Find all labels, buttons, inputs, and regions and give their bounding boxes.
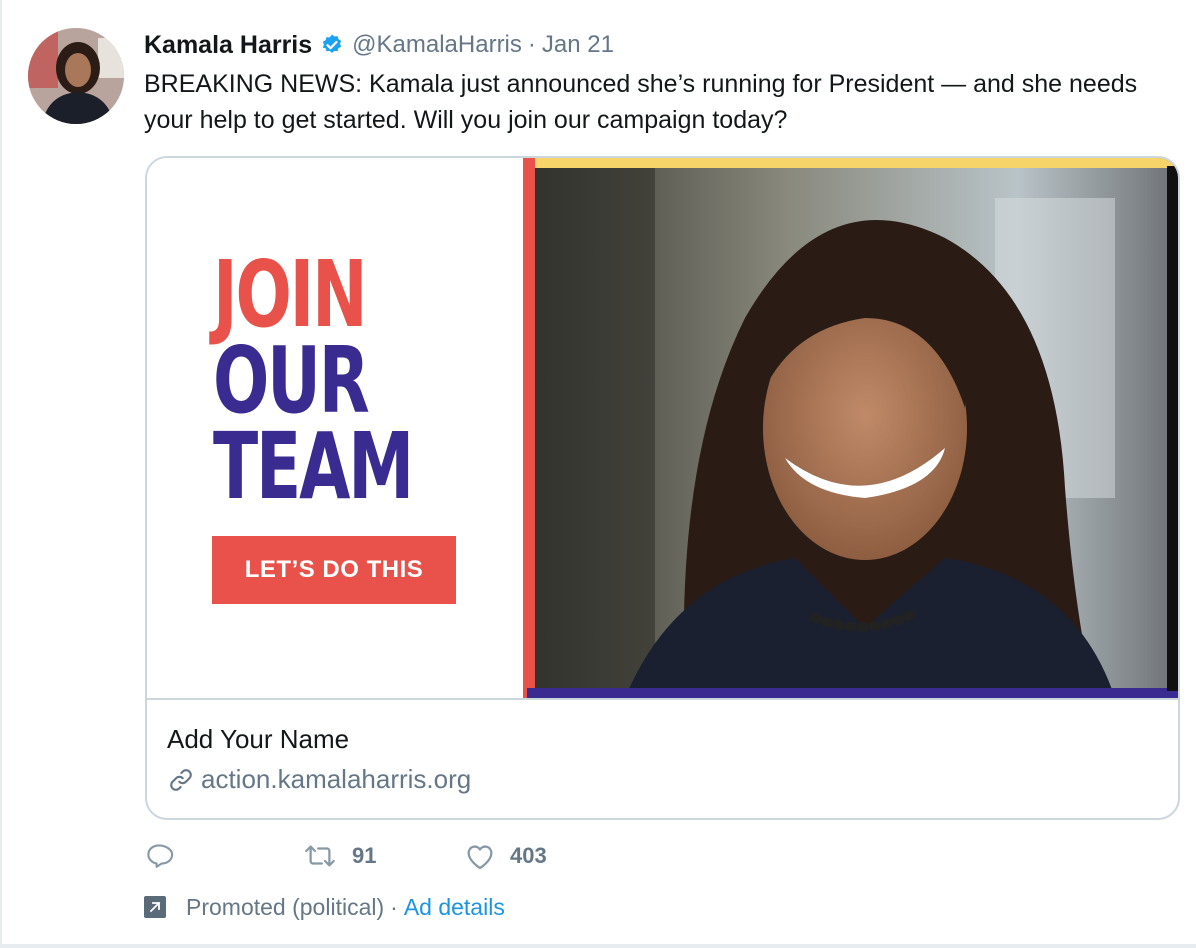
author-handle[interactable]: @KamalaHarris (352, 31, 522, 59)
tweet-text: BREAKING NEWS: Kamala just announced she… (144, 70, 1138, 134)
promoted-row: Promoted (political) · Ad details (144, 892, 505, 922)
ad-details-link[interactable]: Ad details (404, 894, 505, 921)
tweet-bottom-border (0, 944, 1196, 948)
like-count: 403 (510, 843, 547, 868)
candidate-photo (535, 158, 1178, 698)
promoted-label: Promoted (political) (186, 893, 385, 920)
promoted-separator: · (390, 893, 398, 920)
tweet-header: Kamala Harris @KamalaHarris · Jan 21 (144, 28, 614, 62)
purple-accent-bar (527, 688, 1178, 698)
photo-dark-edge (1167, 166, 1178, 691)
like-icon (467, 845, 493, 870)
link-card[interactable]: JOIN OUR TEAM LET’S DO THIS Add Your Nam… (145, 156, 1180, 820)
card-divider (147, 698, 1178, 700)
like-button[interactable]: 403 (464, 838, 547, 874)
card-image[interactable]: JOIN OUR TEAM LET’S DO THIS (147, 158, 1178, 698)
cta-banner: LET’S DO THIS (212, 536, 456, 604)
author-name[interactable]: Kamala Harris (144, 31, 312, 60)
retweet-icon (305, 845, 335, 867)
retweet-button[interactable]: 91 (302, 838, 376, 874)
card-url[interactable]: action.kamalaharris.org (167, 764, 471, 795)
tweet-actions: 91 403 (144, 838, 744, 874)
card-graphic-panel: JOIN OUR TEAM LET’S DO THIS (147, 158, 525, 698)
card-headline: JOIN OUR TEAM (213, 241, 414, 520)
verified-badge-icon (323, 34, 342, 53)
link-icon (170, 768, 192, 791)
card-title[interactable]: Add Your Name (167, 724, 349, 755)
header-separator: · (527, 31, 536, 58)
reply-icon (147, 844, 174, 868)
card-url-text: action.kamalaharris.org (201, 764, 472, 794)
timeline-left-border (0, 0, 2, 948)
headline-line-1: JOIN (213, 241, 368, 348)
headline-line-3: TEAM (213, 413, 414, 520)
gold-accent-bar (535, 158, 1178, 168)
retweet-count: 91 (352, 843, 377, 868)
avatar-photo (28, 28, 124, 124)
reply-button[interactable] (144, 838, 188, 874)
author-avatar[interactable] (28, 28, 124, 124)
tweet-date[interactable]: Jan 21 (542, 31, 614, 59)
headline-line-2: OUR (213, 327, 370, 434)
promoted-icon (144, 896, 166, 918)
